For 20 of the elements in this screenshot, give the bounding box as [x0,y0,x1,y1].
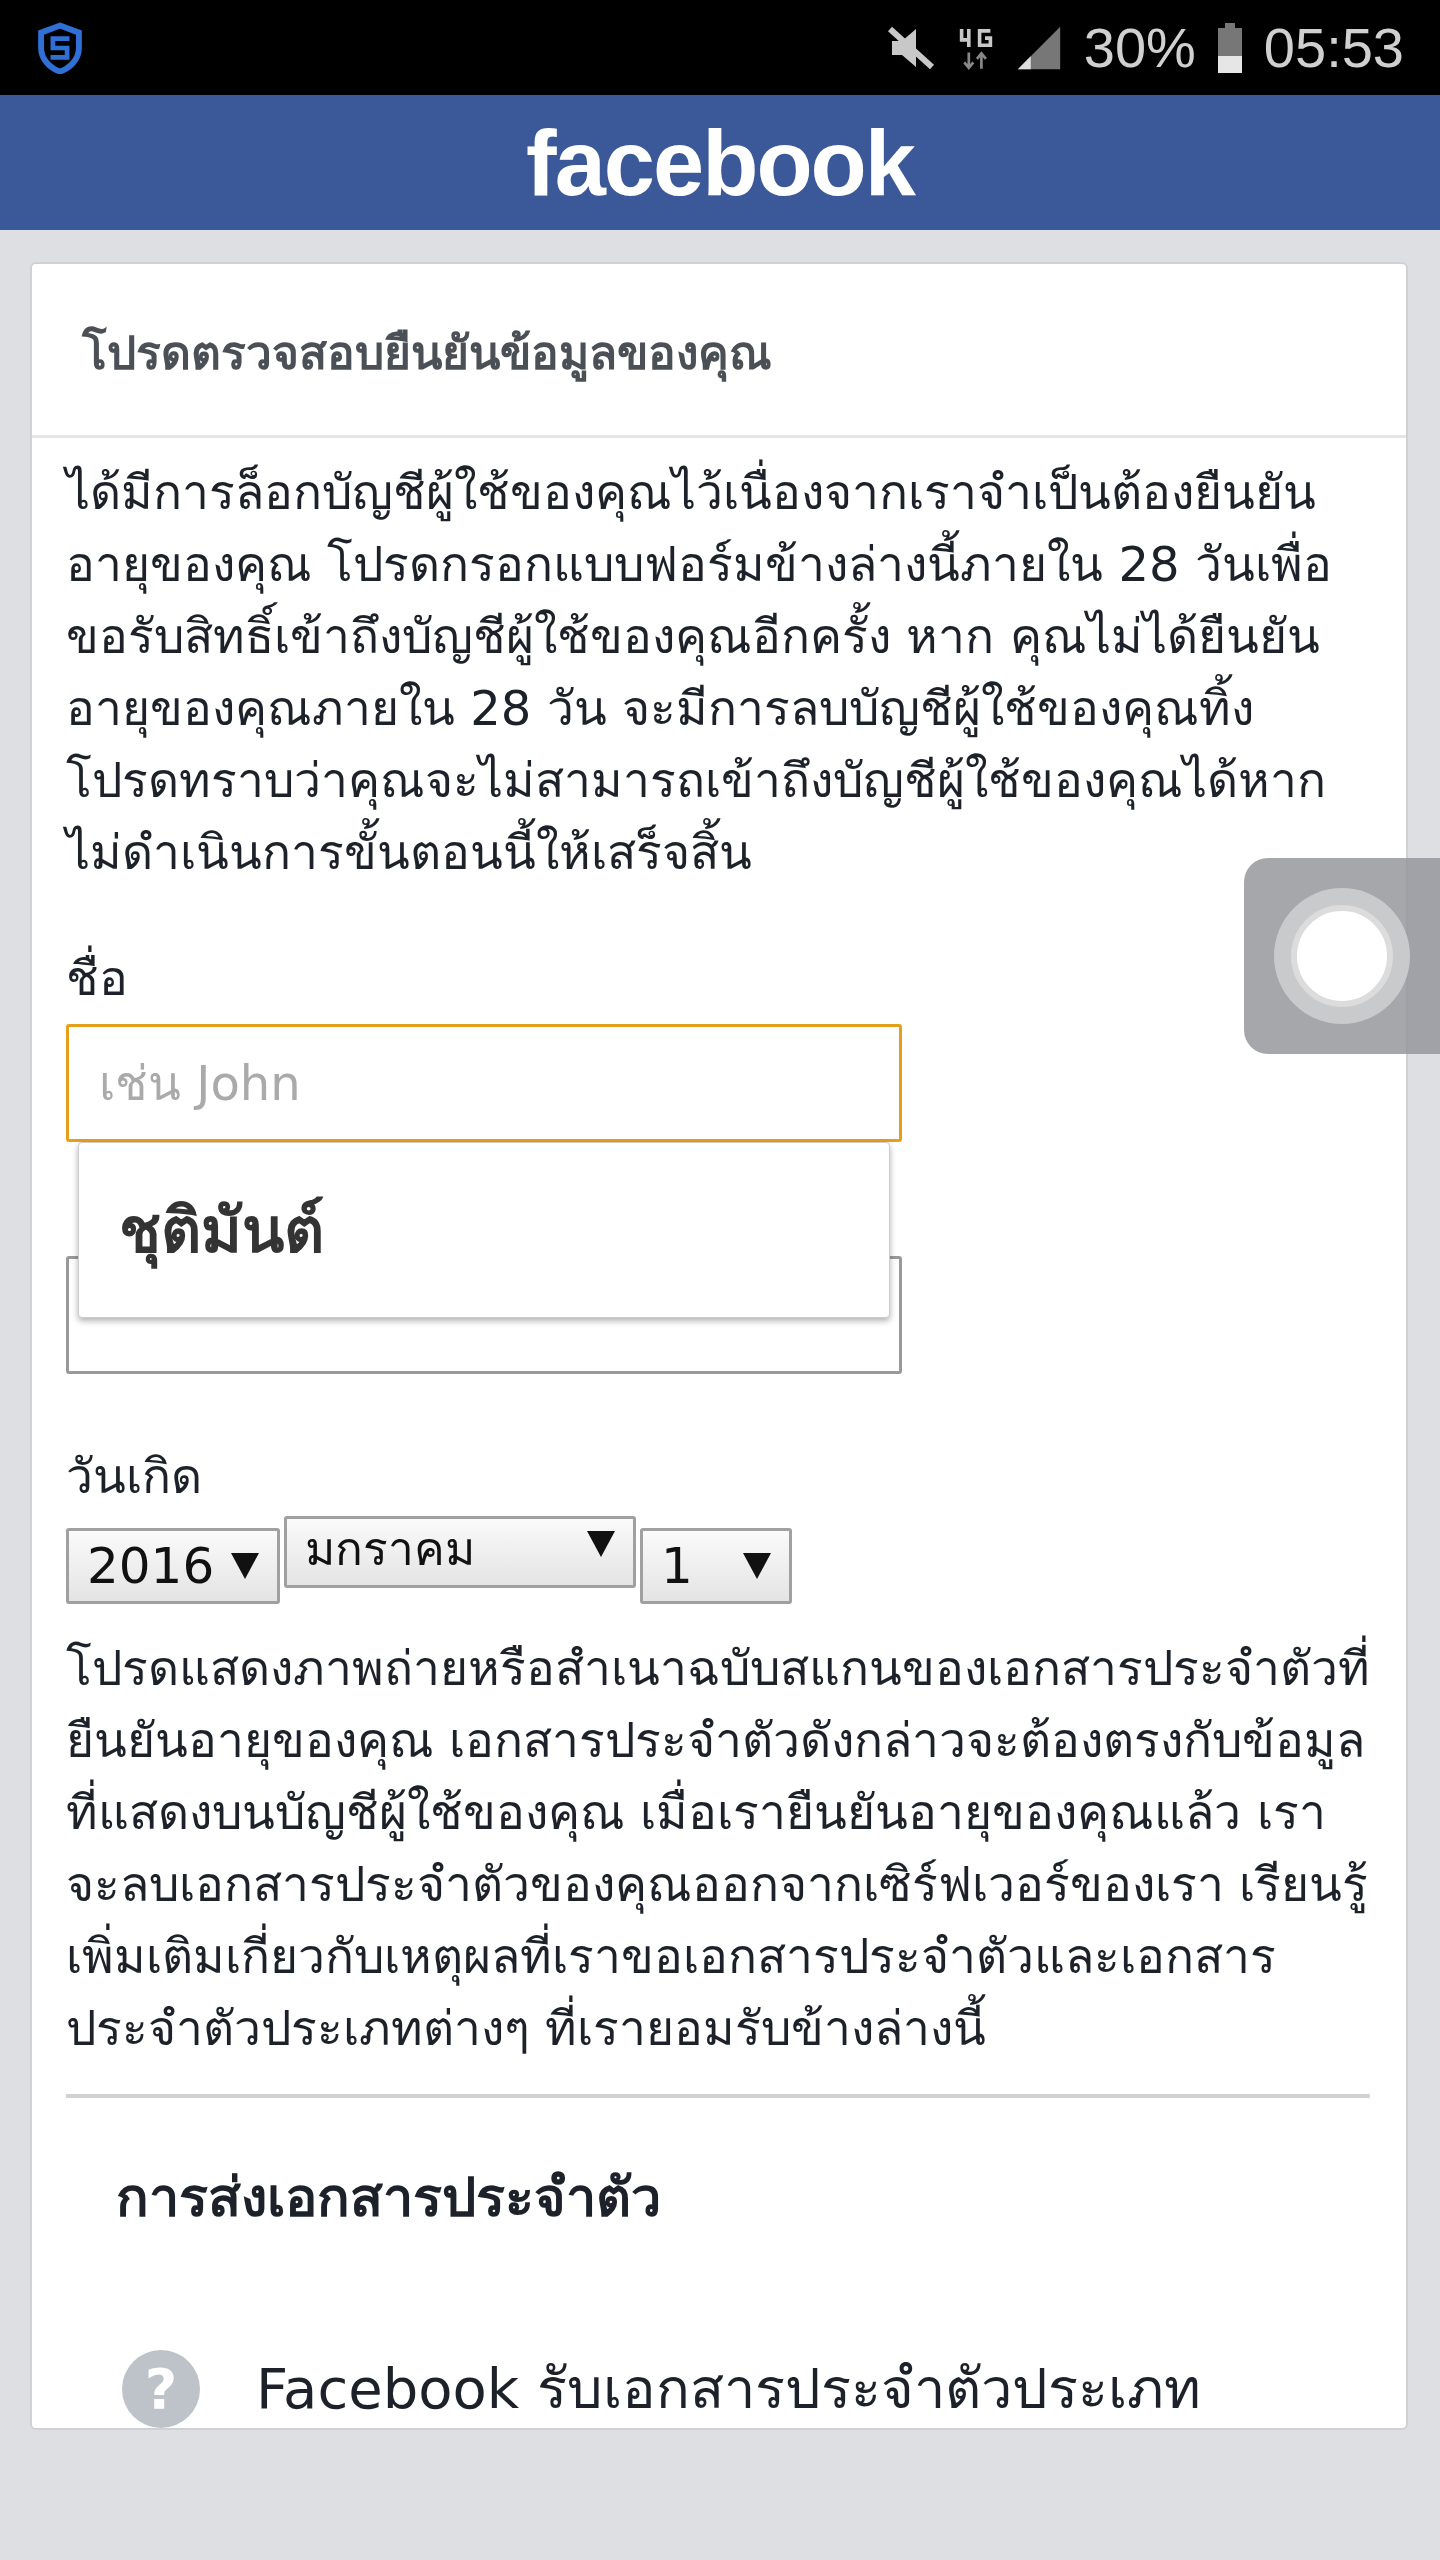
section-title: การส่งเอกสารประจำตัว [115,2165,662,2231]
card-title: โปรดตรวจสอบยืนยันข้อมูลของคุณ [32,264,1406,438]
field-label: วันเกิด [66,1447,203,1506]
help-icon: ? [122,2350,200,2428]
shield-icon [36,21,84,74]
battery-percent: 30% [1083,15,1196,80]
id-info-text: โปรดแสดงภาพถ่ายหรือสำเนาฉบับสแกนของเอกสารประจำตัวที่ยืนยันอายุของคุณ เอกสารประจำตัวดังกล่าวจะต้องตรงกับข้อมูลที่แสดงบนบัญชีผู้ใช้ของคุณ เมื่อเรายืนยันอายุของคุณแล้ว เราจะลบเอกสารประจำตัวของคุณออกจากเซิร์ฟเวอร์ของเรา เรียนรู้เพิ่มเติมเกี่ยวกับเหตุผลที่เราขอเอกสารประจำตัวและเอกสารประจำตัวประเภทต่างๆ ที่เรายอมรับข้างล่างนี้ [66,1632,1370,2064]
year-select[interactable]: 2016 [66,1528,280,1604]
signal-icon [1015,24,1062,71]
caret-icon [743,1553,771,1579]
month-select[interactable]: มกราคม [284,1516,636,1588]
assistive-touch-button[interactable] [1244,858,1440,1054]
mute-icon [885,24,936,71]
day-select[interactable]: 1 [640,1528,792,1604]
logo[interactable]: facebook [526,116,914,209]
battery-icon [1217,22,1242,73]
suggestion-item[interactable]: ชุติมันต์ [119,1181,324,1279]
input-field[interactable]: เช่น John [66,1024,902,1142]
clock: 05:53 [1263,15,1404,80]
item-text: Facebook รับเอกสารประจำตัวประเภท [256,2356,1201,2422]
